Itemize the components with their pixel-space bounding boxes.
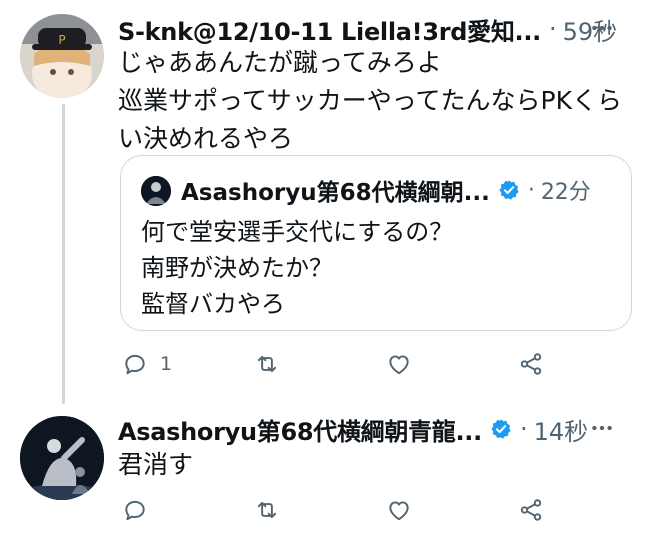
tweet-header: S-knk@12/10-11 Liella!3rd愛知... · 59秒	[118, 10, 638, 48]
tweet-actions	[120, 490, 560, 530]
author-name[interactable]: S-knk@12/10-11 Liella!3rd愛知...	[118, 12, 541, 47]
quote-text-line: 何で堂安選手交代にするの？	[141, 218, 454, 246]
reply-icon	[125, 354, 145, 375]
avatar[interactable]	[20, 416, 104, 500]
retweet-icon	[257, 355, 277, 373]
heart-icon	[389, 355, 409, 375]
quoted-tweet-card[interactable]: Asashoryu第68代横綱朝... · 22分 何で堂安選手交代にするの？ …	[120, 155, 632, 331]
more-options-icon[interactable]	[586, 412, 618, 444]
like-button[interactable]	[386, 497, 412, 523]
share-button[interactable]	[518, 351, 544, 377]
separator-dot: ·	[519, 415, 528, 443]
separator-dot: ·	[527, 177, 535, 203]
reply-count: 1	[160, 353, 173, 375]
tweet-text-line: 巡業サポってサッカーやってたんならPKくら	[118, 86, 622, 115]
quote-author-name: Asashoryu第68代横綱朝...	[181, 180, 490, 206]
retweet-button[interactable]	[254, 351, 280, 377]
tweet-text-line: 君消す	[118, 450, 194, 479]
tweet-actions: 1	[120, 344, 560, 384]
thread-connector-line	[62, 104, 65, 404]
tweet-text: じゃああんたが蹴ってみろよ 巡業サポってサッカーやってたんならPKくら い決めれ…	[118, 44, 638, 158]
reply-button[interactable]: 1	[122, 351, 172, 377]
separator-dot: ·	[549, 15, 557, 43]
reply-button[interactable]	[122, 497, 148, 523]
quote-text-line: 南野が決めたか？	[141, 254, 333, 282]
svg-text:P: P	[58, 33, 65, 47]
more-options-icon[interactable]	[586, 12, 618, 44]
timestamp[interactable]: 14秒	[534, 412, 589, 447]
retweet-icon	[257, 501, 277, 519]
share-icon	[520, 353, 542, 375]
heart-icon	[389, 501, 409, 521]
quote-avatar	[141, 176, 171, 206]
reply-icon	[125, 500, 145, 521]
quote-text: 何で堂安選手交代にするの？ 南野が決めたか？ 監督バカやろ	[141, 214, 453, 322]
verified-badge-icon	[490, 418, 512, 440]
like-button[interactable]	[386, 351, 412, 377]
quote-timestamp: 22分	[540, 180, 591, 205]
tweet-header: Asashoryu第68代横綱朝青龍... · 14秒	[118, 410, 638, 448]
tweet-text-line: じゃああんたが蹴ってみろよ	[118, 48, 442, 77]
quote-header: Asashoryu第68代横綱朝... · 22分	[181, 172, 591, 208]
verified-badge-icon	[498, 179, 520, 201]
quote-text-line: 監督バカやろ	[141, 290, 285, 318]
share-icon	[520, 499, 542, 521]
avatar[interactable]: P	[20, 14, 104, 98]
share-button[interactable]	[518, 497, 544, 523]
tweet-text: 君消す	[118, 446, 638, 484]
author-name[interactable]: Asashoryu第68代横綱朝青龍...	[118, 412, 482, 447]
tweet-text-line: い決めれるやろ	[118, 124, 294, 153]
retweet-button[interactable]	[254, 497, 280, 523]
